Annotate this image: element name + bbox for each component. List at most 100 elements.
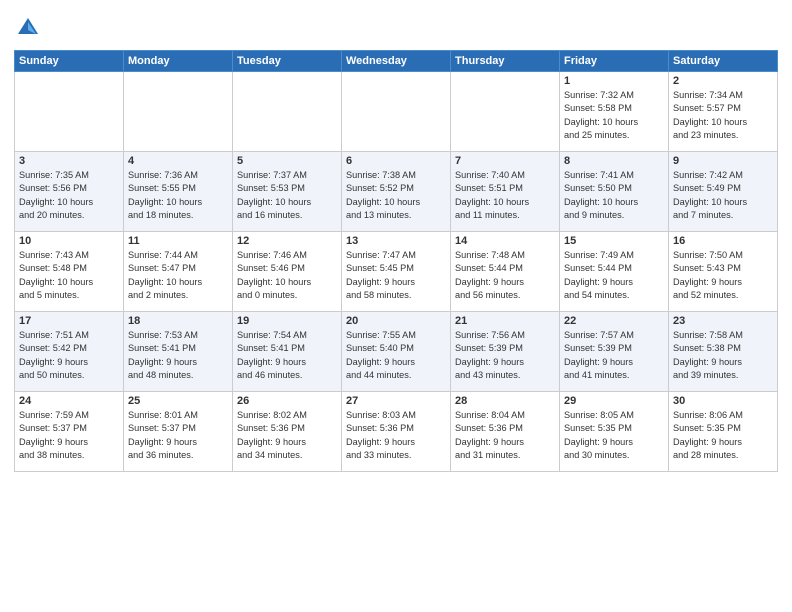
header — [14, 10, 778, 42]
weekday-header-tuesday: Tuesday — [233, 51, 342, 72]
calendar-day: 17 Sunrise: 7:51 AM Sunset: 5:42 PM Dayli… — [15, 312, 124, 392]
day-number: 15 — [564, 235, 664, 247]
day-number: 9 — [673, 155, 773, 167]
calendar-day: 22Sunrise: 7:57 AM Sunset: 5:39 PM Dayli… — [560, 312, 669, 392]
calendar-day: 7 Sunrise: 7:40 AM Sunset: 5:51 PM Daylig… — [451, 152, 560, 232]
day-number: 6 — [346, 155, 446, 167]
day-number: 17 — [19, 315, 119, 327]
day-info: Sunrise: 7:42 AM Sunset: 5:49 PM Dayligh… — [673, 169, 773, 222]
logo-icon — [14, 14, 42, 42]
calendar-week-4: 17 Sunrise: 7:51 AM Sunset: 5:42 PM Dayli… — [15, 312, 778, 392]
day-info: Sunrise: 7:41 AM Sunset: 5:50 PM Dayligh… — [564, 169, 664, 222]
day-info: Sunrise: 7:37 AM Sunset: 5:53 PM Dayligh… — [237, 169, 337, 222]
day-info: Sunrise: 7:58 AM Sunset: 5:38 PM Dayligh… — [673, 329, 773, 382]
day-number: 18 — [128, 315, 228, 327]
calendar-day — [451, 72, 560, 152]
day-info: Sunrise: 7:43 AM Sunset: 5:48 PM Dayligh… — [19, 249, 119, 302]
weekday-header-row: SundayMondayTuesdayWednesdayThursdayFrid… — [15, 51, 778, 72]
calendar-day: 16Sunrise: 7:50 AM Sunset: 5:43 PM Dayli… — [669, 232, 778, 312]
logo — [14, 14, 46, 42]
calendar-day — [124, 72, 233, 152]
day-info: Sunrise: 7:48 AM Sunset: 5:44 PM Dayligh… — [455, 249, 555, 302]
calendar-day: 5 Sunrise: 7:37 AM Sunset: 5:53 PM Daylig… — [233, 152, 342, 232]
calendar-week-5: 24Sunrise: 7:59 AM Sunset: 5:37 PM Dayli… — [15, 392, 778, 472]
day-number: 4 — [128, 155, 228, 167]
weekday-header-monday: Monday — [124, 51, 233, 72]
day-info: Sunrise: 7:50 AM Sunset: 5:43 PM Dayligh… — [673, 249, 773, 302]
day-info: Sunrise: 7:36 AM Sunset: 5:55 PM Dayligh… — [128, 169, 228, 222]
calendar-day: 24Sunrise: 7:59 AM Sunset: 5:37 PM Dayli… — [15, 392, 124, 472]
day-info: Sunrise: 7:49 AM Sunset: 5:44 PM Dayligh… — [564, 249, 664, 302]
calendar-week-3: 10Sunrise: 7:43 AM Sunset: 5:48 PM Dayli… — [15, 232, 778, 312]
day-info: Sunrise: 8:05 AM Sunset: 5:35 PM Dayligh… — [564, 409, 664, 462]
day-info: Sunrise: 7:32 AM Sunset: 5:58 PM Dayligh… — [564, 89, 664, 142]
day-info: Sunrise: 7:55 AM Sunset: 5:40 PM Dayligh… — [346, 329, 446, 382]
calendar-day: 1 Sunrise: 7:32 AM Sunset: 5:58 PM Daylig… — [560, 72, 669, 152]
calendar-day: 2 Sunrise: 7:34 AM Sunset: 5:57 PM Daylig… — [669, 72, 778, 152]
day-info: Sunrise: 8:04 AM Sunset: 5:36 PM Dayligh… — [455, 409, 555, 462]
calendar-day: 12 Sunrise: 7:46 AM Sunset: 5:46 PM Dayli… — [233, 232, 342, 312]
calendar-day — [15, 72, 124, 152]
day-number: 27 — [346, 395, 446, 407]
day-info: Sunrise: 8:01 AM Sunset: 5:37 PM Dayligh… — [128, 409, 228, 462]
calendar-day: 11Sunrise: 7:44 AM Sunset: 5:47 PM Dayli… — [124, 232, 233, 312]
calendar-day: 19 Sunrise: 7:54 AM Sunset: 5:41 PM Dayli… — [233, 312, 342, 392]
calendar-day: 10Sunrise: 7:43 AM Sunset: 5:48 PM Dayli… — [15, 232, 124, 312]
day-info: Sunrise: 7:34 AM Sunset: 5:57 PM Dayligh… — [673, 89, 773, 142]
calendar-day: 3 Sunrise: 7:35 AM Sunset: 5:56 PM Daylig… — [15, 152, 124, 232]
weekday-header-sunday: Sunday — [15, 51, 124, 72]
calendar-week-1: 1 Sunrise: 7:32 AM Sunset: 5:58 PM Daylig… — [15, 72, 778, 152]
calendar-day: 28 Sunrise: 8:04 AM Sunset: 5:36 PM Dayli… — [451, 392, 560, 472]
day-number: 21 — [455, 315, 555, 327]
day-number: 3 — [19, 155, 119, 167]
day-number: 12 — [237, 235, 337, 247]
calendar-day: 14 Sunrise: 7:48 AM Sunset: 5:44 PM Dayli… — [451, 232, 560, 312]
day-number: 2 — [673, 75, 773, 87]
day-info: Sunrise: 7:35 AM Sunset: 5:56 PM Dayligh… — [19, 169, 119, 222]
day-info: Sunrise: 7:46 AM Sunset: 5:46 PM Dayligh… — [237, 249, 337, 302]
day-info: Sunrise: 8:06 AM Sunset: 5:35 PM Dayligh… — [673, 409, 773, 462]
day-number: 13 — [346, 235, 446, 247]
calendar-day: 30 Sunrise: 8:06 AM Sunset: 5:35 PM Dayli… — [669, 392, 778, 472]
day-info: Sunrise: 7:38 AM Sunset: 5:52 PM Dayligh… — [346, 169, 446, 222]
calendar-day: 13Sunrise: 7:47 AM Sunset: 5:45 PM Dayli… — [342, 232, 451, 312]
day-info: Sunrise: 7:54 AM Sunset: 5:41 PM Dayligh… — [237, 329, 337, 382]
day-info: Sunrise: 7:51 AM Sunset: 5:42 PM Dayligh… — [19, 329, 119, 382]
calendar-day: 29 Sunrise: 8:05 AM Sunset: 5:35 PM Dayli… — [560, 392, 669, 472]
weekday-header-saturday: Saturday — [669, 51, 778, 72]
day-number: 26 — [237, 395, 337, 407]
day-info: Sunrise: 7:40 AM Sunset: 5:51 PM Dayligh… — [455, 169, 555, 222]
day-number: 5 — [237, 155, 337, 167]
calendar-day: 4 Sunrise: 7:36 AM Sunset: 5:55 PM Daylig… — [124, 152, 233, 232]
day-number: 7 — [455, 155, 555, 167]
calendar-day — [233, 72, 342, 152]
weekday-header-friday: Friday — [560, 51, 669, 72]
calendar-day: 8Sunrise: 7:41 AM Sunset: 5:50 PM Daylig… — [560, 152, 669, 232]
day-info: Sunrise: 7:56 AM Sunset: 5:39 PM Dayligh… — [455, 329, 555, 382]
weekday-header-wednesday: Wednesday — [342, 51, 451, 72]
day-number: 14 — [455, 235, 555, 247]
day-info: Sunrise: 8:02 AM Sunset: 5:36 PM Dayligh… — [237, 409, 337, 462]
day-number: 29 — [564, 395, 664, 407]
calendar-week-2: 3 Sunrise: 7:35 AM Sunset: 5:56 PM Daylig… — [15, 152, 778, 232]
day-number: 19 — [237, 315, 337, 327]
day-info: Sunrise: 7:59 AM Sunset: 5:37 PM Dayligh… — [19, 409, 119, 462]
day-number: 30 — [673, 395, 773, 407]
day-number: 11 — [128, 235, 228, 247]
day-number: 23 — [673, 315, 773, 327]
calendar-day: 18 Sunrise: 7:53 AM Sunset: 5:41 PM Dayli… — [124, 312, 233, 392]
calendar-day: 25Sunrise: 8:01 AM Sunset: 5:37 PM Dayli… — [124, 392, 233, 472]
calendar-day: 20 Sunrise: 7:55 AM Sunset: 5:40 PM Dayli… — [342, 312, 451, 392]
day-info: Sunrise: 7:57 AM Sunset: 5:39 PM Dayligh… — [564, 329, 664, 382]
day-info: Sunrise: 8:03 AM Sunset: 5:36 PM Dayligh… — [346, 409, 446, 462]
calendar-day: 21 Sunrise: 7:56 AM Sunset: 5:39 PM Dayli… — [451, 312, 560, 392]
calendar-table: SundayMondayTuesdayWednesdayThursdayFrid… — [14, 50, 778, 472]
calendar-day: 27 Sunrise: 8:03 AM Sunset: 5:36 PM Dayli… — [342, 392, 451, 472]
day-number: 28 — [455, 395, 555, 407]
weekday-header-thursday: Thursday — [451, 51, 560, 72]
calendar-day: 15 Sunrise: 7:49 AM Sunset: 5:44 PM Dayli… — [560, 232, 669, 312]
day-number: 20 — [346, 315, 446, 327]
calendar-day: 9 Sunrise: 7:42 AM Sunset: 5:49 PM Daylig… — [669, 152, 778, 232]
day-info: Sunrise: 7:53 AM Sunset: 5:41 PM Dayligh… — [128, 329, 228, 382]
day-number: 1 — [564, 75, 664, 87]
